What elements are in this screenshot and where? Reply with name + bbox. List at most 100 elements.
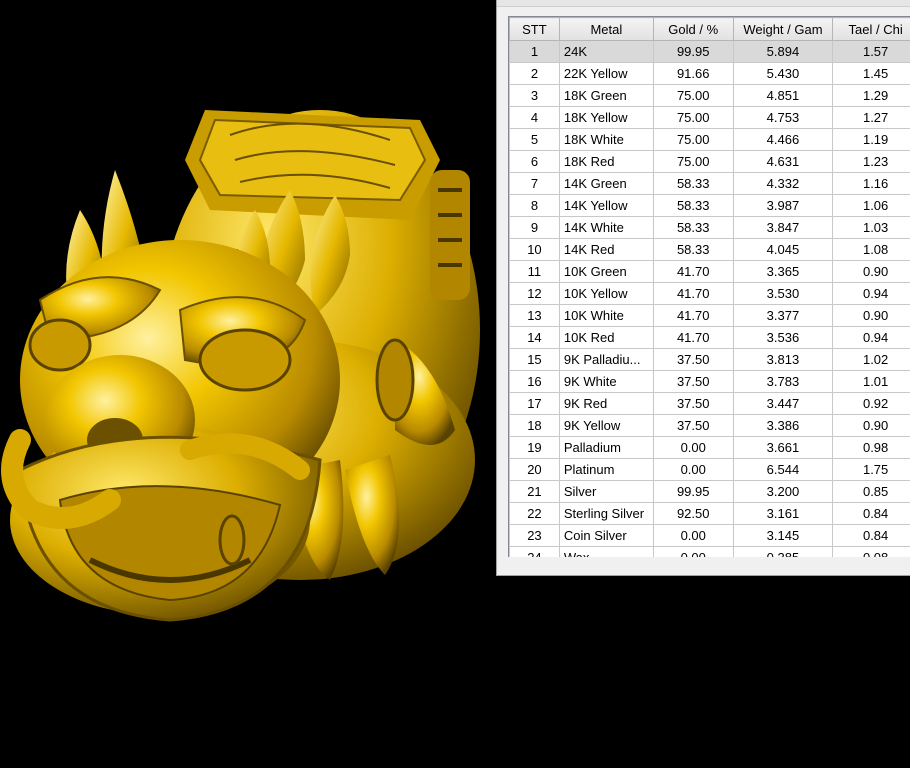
cell-stt: 16	[509, 370, 560, 393]
table-row[interactable]: 23 Coin Silver 0.00 3.145 0.84	[509, 524, 910, 547]
cell-gold-percent: 37.50	[652, 348, 734, 371]
cell-stt: 24	[509, 546, 560, 557]
cell-metal: Palladium	[558, 436, 654, 459]
cell-tael-chi: 1.16	[832, 172, 910, 195]
cell-weight: 4.631	[732, 150, 834, 173]
cell-tael-chi: 1.45	[832, 62, 910, 85]
table-row[interactable]: 3 18K Green 75.00 4.851 1.29	[509, 84, 910, 107]
table-row[interactable]: 19 Palladium 0.00 3.661 0.98	[509, 436, 910, 459]
table-row[interactable]: 8 14K Yellow 58.33 3.987 1.06	[509, 194, 910, 217]
column-header-gold-percent[interactable]: Gold / %	[652, 17, 734, 41]
cell-stt: 20	[509, 458, 560, 481]
cell-weight: 3.145	[732, 524, 834, 547]
cell-stt: 19	[509, 436, 560, 459]
cell-weight: 3.447	[732, 392, 834, 415]
cell-metal: 14K Red	[558, 238, 654, 261]
cell-stt: 14	[509, 326, 560, 349]
cell-metal: 10K Yellow	[558, 282, 654, 305]
cell-weight: 5.430	[732, 62, 834, 85]
cell-gold-percent: 58.33	[652, 194, 734, 217]
table-row[interactable]: 12 10K Yellow 41.70 3.530 0.94	[509, 282, 910, 305]
table-row[interactable]: 13 10K White 41.70 3.377 0.90	[509, 304, 910, 327]
cell-tael-chi: 0.90	[832, 260, 910, 283]
cell-gold-percent: 41.70	[652, 304, 734, 327]
cell-stt: 5	[509, 128, 560, 151]
cell-metal: 18K Red	[558, 150, 654, 173]
cell-metal: 10K Green	[558, 260, 654, 283]
cell-weight: 3.536	[732, 326, 834, 349]
column-header-tael-chi[interactable]: Tael / Chi	[832, 17, 910, 41]
cell-stt: 18	[509, 414, 560, 437]
cell-metal: 14K Yellow	[558, 194, 654, 217]
table-header-row: STT Metal Gold / % Weight / Gam Tael / C…	[509, 17, 910, 41]
cell-tael-chi: 1.29	[832, 84, 910, 107]
cell-stt: 10	[509, 238, 560, 261]
cell-metal: Silver	[558, 480, 654, 503]
cell-gold-percent: 58.33	[652, 238, 734, 261]
cell-tael-chi: 0.84	[832, 524, 910, 547]
table-row[interactable]: 6 18K Red 75.00 4.631 1.23	[509, 150, 910, 173]
cell-weight: 4.332	[732, 172, 834, 195]
cell-metal: Coin Silver	[558, 524, 654, 547]
cell-tael-chi: 1.06	[832, 194, 910, 217]
cell-gold-percent: 91.66	[652, 62, 734, 85]
table-row[interactable]: 2 22K Yellow 91.66 5.430 1.45	[509, 62, 910, 85]
metal-weight-grid[interactable]: STT Metal Gold / % Weight / Gam Tael / C…	[508, 16, 910, 557]
cell-stt: 12	[509, 282, 560, 305]
column-header-weight-gam[interactable]: Weight / Gam	[732, 17, 834, 41]
table-row[interactable]: 20 Platinum 0.00 6.544 1.75	[509, 458, 910, 481]
cell-weight: 4.045	[732, 238, 834, 261]
cell-gold-percent: 41.70	[652, 260, 734, 283]
table-row[interactable]: 4 18K Yellow 75.00 4.753 1.27	[509, 106, 910, 129]
table-row[interactable]: 14 10K Red 41.70 3.536 0.94	[509, 326, 910, 349]
table-row[interactable]: 18 9K Yellow 37.50 3.386 0.90	[509, 414, 910, 437]
cell-stt: 15	[509, 348, 560, 371]
cell-metal: 10K Red	[558, 326, 654, 349]
cell-gold-percent: 41.70	[652, 282, 734, 305]
cell-gold-percent: 37.50	[652, 370, 734, 393]
cell-stt: 23	[509, 524, 560, 547]
table-row[interactable]: 17 9K Red 37.50 3.447 0.92	[509, 392, 910, 415]
table-row[interactable]: 11 10K Green 41.70 3.365 0.90	[509, 260, 910, 283]
cell-metal: 9K White	[558, 370, 654, 393]
cell-metal: 18K Yellow	[558, 106, 654, 129]
cell-gold-percent: 0.00	[652, 524, 734, 547]
table-row[interactable]: 16 9K White 37.50 3.783 1.01	[509, 370, 910, 393]
cell-weight: 0.385	[732, 546, 834, 557]
cell-metal: 9K Red	[558, 392, 654, 415]
metal-weight-panel: STT Metal Gold / % Weight / Gam Tael / C…	[496, 0, 910, 576]
column-header-stt[interactable]: STT	[509, 17, 560, 41]
cell-weight: 4.851	[732, 84, 834, 107]
table-row[interactable]: 10 14K Red 58.33 4.045 1.08	[509, 238, 910, 261]
cell-gold-percent: 41.70	[652, 326, 734, 349]
cell-gold-percent: 99.95	[652, 40, 734, 63]
3d-viewport[interactable]	[0, 0, 498, 768]
cell-gold-percent: 75.00	[652, 150, 734, 173]
cell-weight: 4.753	[732, 106, 834, 129]
cell-tael-chi: 1.23	[832, 150, 910, 173]
cell-weight: 3.200	[732, 480, 834, 503]
table-row[interactable]: 15 9K Palladiu... 37.50 3.813 1.02	[509, 348, 910, 371]
cell-stt: 22	[509, 502, 560, 525]
cell-weight: 3.530	[732, 282, 834, 305]
table-row[interactable]: 9 14K White 58.33 3.847 1.03	[509, 216, 910, 239]
cell-weight: 5.894	[732, 40, 834, 63]
cell-metal: 9K Palladiu...	[558, 348, 654, 371]
table-row[interactable]: 7 14K Green 58.33 4.332 1.16	[509, 172, 910, 195]
column-header-metal[interactable]: Metal	[558, 17, 654, 41]
table-row[interactable]: 1 24K 99.95 5.894 1.57	[509, 40, 910, 63]
cell-tael-chi: 0.90	[832, 304, 910, 327]
table-row[interactable]: 22 Sterling Silver 92.50 3.161 0.84	[509, 502, 910, 525]
cell-tael-chi: 1.57	[832, 40, 910, 63]
table-row[interactable]: 24Wax0.000.3850.08	[509, 546, 910, 557]
cell-weight: 3.161	[732, 502, 834, 525]
cell-metal: 14K Green	[558, 172, 654, 195]
cell-gold-percent: 37.50	[652, 392, 734, 415]
cell-weight: 3.813	[732, 348, 834, 371]
cell-gold-percent: 0.00	[652, 546, 734, 557]
gold-dragon-ring-model	[1, 110, 480, 622]
cell-metal: 9K Yellow	[558, 414, 654, 437]
table-row[interactable]: 5 18K White 75.00 4.466 1.19	[509, 128, 910, 151]
table-row[interactable]: 21 Silver 99.95 3.200 0.85	[509, 480, 910, 503]
cell-tael-chi: 0.94	[832, 326, 910, 349]
